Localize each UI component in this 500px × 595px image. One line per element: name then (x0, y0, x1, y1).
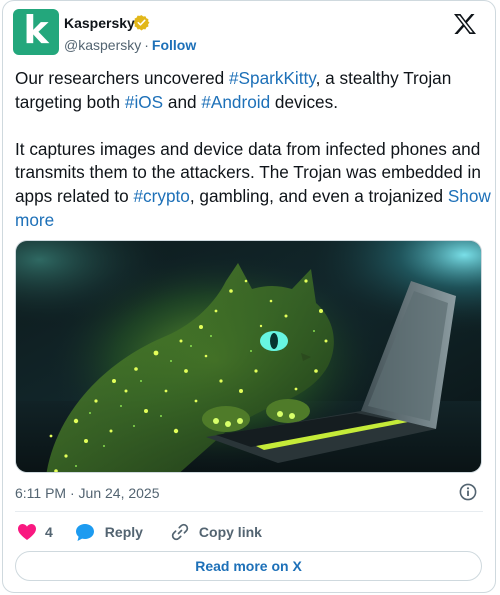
hashtag-crypto[interactable]: #crypto (133, 186, 189, 206)
follow-button[interactable]: Follow (152, 37, 196, 53)
text-segment: Our researchers uncovered (15, 68, 229, 88)
divider (15, 511, 483, 512)
handle-row: @kaspersky · Follow (64, 37, 196, 53)
reply-bubble-icon (75, 523, 94, 541)
tweet-card: k Kaspersky @kaspersky · Follow Our resear… (2, 0, 496, 593)
heart-icon (18, 524, 36, 540)
copy-link-button[interactable]: Copy link (171, 523, 262, 541)
x-logo-icon[interactable] (453, 13, 477, 35)
author-name[interactable]: Kaspersky (64, 15, 135, 31)
tweet-text: Our researchers uncovered #SparkKitty, a… (15, 67, 491, 232)
tweet-timestamp[interactable]: 6:11 PM · Jun 24, 2025 (15, 485, 160, 501)
reply-label: Reply (104, 524, 143, 540)
hashtag-android[interactable]: #Android (201, 92, 270, 112)
cyber-cat-laptop-image (16, 241, 481, 472)
kaspersky-avatar[interactable]: k (13, 9, 59, 55)
tweet-image[interactable] (15, 240, 482, 473)
verified-badge-icon (133, 15, 150, 31)
reply-button[interactable]: Reply (75, 523, 171, 542)
read-more-on-x-button[interactable]: Read more on X (15, 551, 482, 581)
separator-dot: · (144, 37, 149, 53)
like-count: 4 (45, 524, 53, 540)
text-segment: , gambling, and even a trojanized (189, 185, 448, 206)
hashtag-ios[interactable]: #iOS (125, 92, 163, 112)
info-icon[interactable] (459, 483, 477, 501)
copy-link-label: Copy link (198, 524, 262, 540)
hashtag-sparkkitty[interactable]: #SparkKitty (229, 68, 316, 88)
text-segment: devices. (270, 91, 338, 112)
like-button[interactable]: 4 (17, 523, 75, 541)
link-icon (171, 523, 189, 541)
read-more-label: Read more on X (195, 558, 302, 574)
action-bar: 4 Reply Copy link (17, 522, 262, 542)
tweet-paragraph-2: It captures images and device data from … (15, 138, 491, 232)
author-handle[interactable]: @kaspersky (64, 37, 141, 53)
tweet-paragraph-1: Our researchers uncovered #SparkKitty, a… (15, 67, 491, 114)
avatar-letter: k (23, 8, 49, 52)
text-segment: and (163, 91, 202, 112)
